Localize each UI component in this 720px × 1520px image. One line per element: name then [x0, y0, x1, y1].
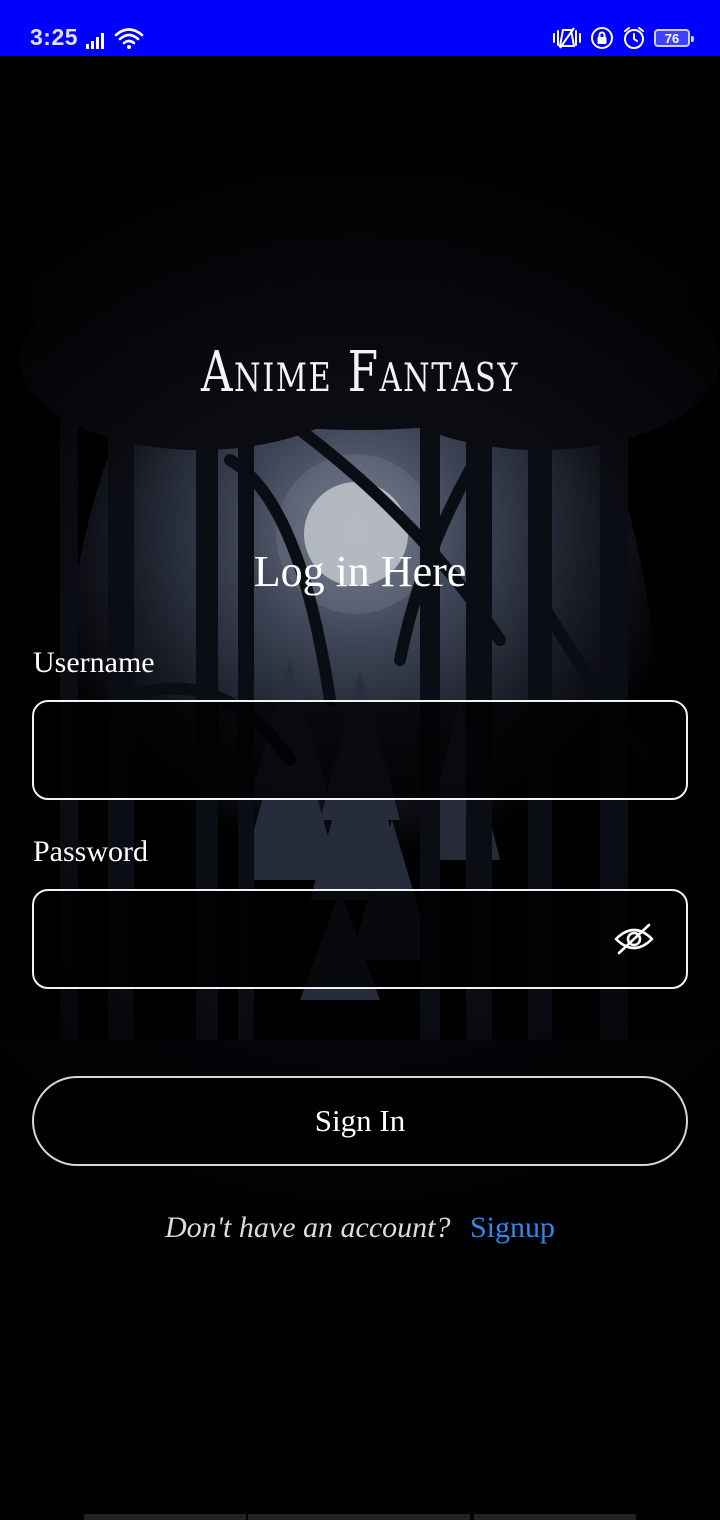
username-label: Username	[33, 646, 155, 679]
sign-in-button[interactable]: Sign In	[32, 1076, 688, 1166]
status-left-icons	[86, 27, 144, 49]
vibrate-icon	[553, 27, 581, 49]
battery-icon: 76	[654, 29, 694, 47]
login-screen: 3:25 76 Anime Fantasy Log in Here Userna…	[0, 0, 720, 1520]
nav-hint-segment	[84, 1514, 246, 1520]
status-bar: 3:25 76	[0, 0, 720, 56]
eye-off-icon	[614, 923, 654, 955]
lock-rotation-icon	[591, 27, 613, 49]
sign-in-label: Sign In	[314, 1103, 406, 1138]
nav-hint-segment	[474, 1514, 636, 1520]
username-input[interactable]	[32, 700, 688, 800]
nav-hint-segment	[248, 1514, 470, 1520]
app-title: Anime Fantasy	[200, 340, 520, 405]
signup-link[interactable]: Signup	[470, 1211, 555, 1244]
wifi-icon	[114, 28, 144, 49]
signal-icon	[86, 33, 104, 49]
signup-prompt: Don't have an account?	[164, 1211, 451, 1244]
signup-row: Don't have an account? Signup	[0, 1208, 720, 1248]
status-time: 3:25	[30, 24, 79, 50]
status-right-icons: 76	[552, 26, 694, 50]
password-visibility-toggle[interactable]	[608, 916, 660, 962]
password-label: Password	[33, 835, 149, 868]
alarm-icon	[624, 27, 644, 49]
login-heading: Log in Here	[253, 547, 467, 596]
battery-level: 76	[664, 30, 680, 46]
password-input[interactable]	[32, 889, 688, 989]
